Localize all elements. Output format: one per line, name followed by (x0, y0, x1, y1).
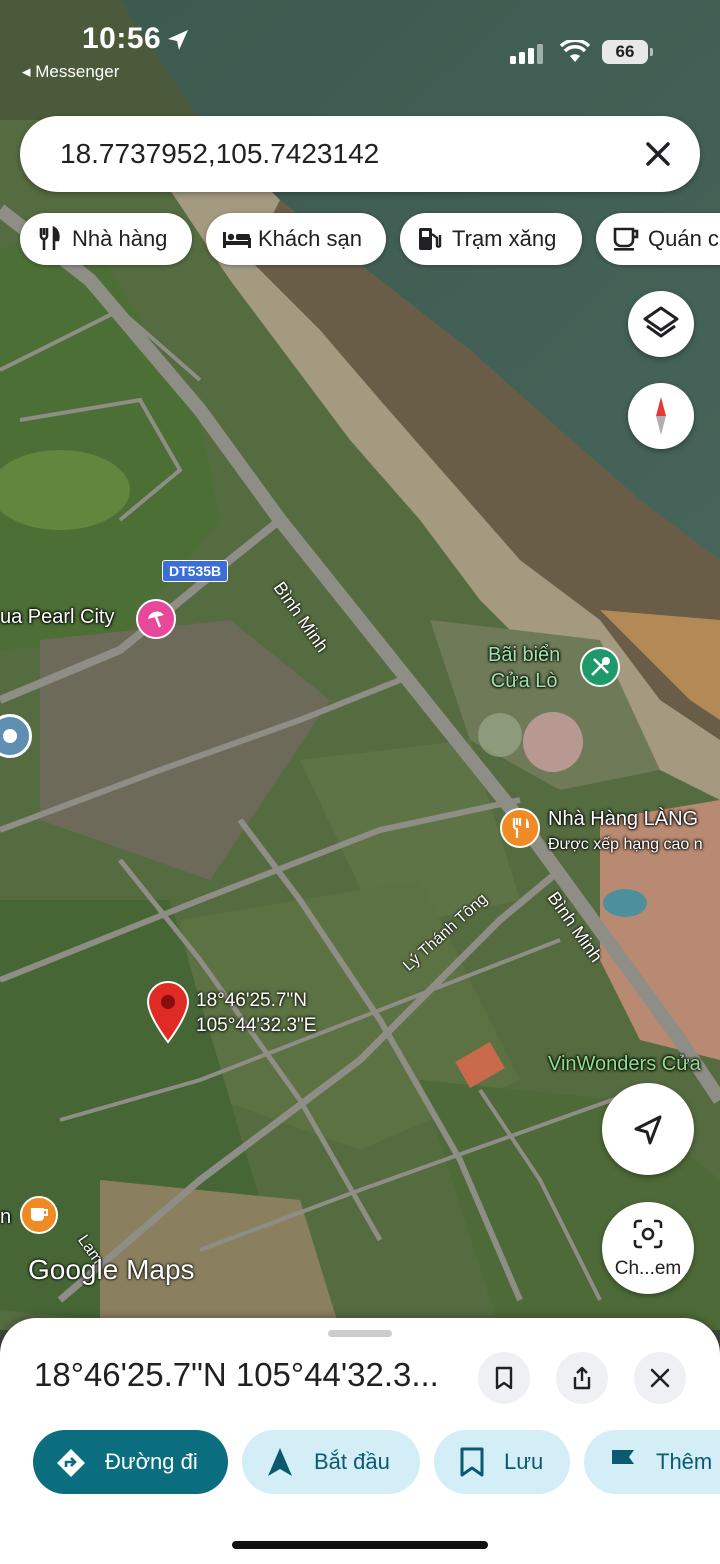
navigate-icon (268, 1448, 292, 1476)
camera-lens-icon (633, 1219, 663, 1249)
dropped-pin-icon[interactable] (146, 980, 190, 1044)
poi-label-cafe[interactable]: n (0, 1206, 11, 1229)
poi-label-nha-hang[interactable]: Nhà Hàng LÀNG (548, 808, 698, 831)
chip-label: Khách sạn (258, 226, 362, 251)
poi-name-line1: Bãi biển (488, 644, 561, 666)
map-view[interactable]: 10:56 ◂ Messenger 66 18.7737952,105.7423… (0, 0, 720, 1330)
chip-restaurants[interactable]: Nhà hàng (20, 213, 192, 265)
chip-hotels[interactable]: Khách sạn (206, 213, 386, 265)
directions-icon (57, 1449, 85, 1477)
bookmark-icon (460, 1447, 484, 1477)
park-icon (591, 657, 610, 676)
search-bar[interactable]: 18.7737952,105.7423142 (20, 116, 700, 192)
save-bookmark-button[interactable] (478, 1352, 530, 1404)
restaurant-icon (39, 226, 60, 250)
compass-button[interactable] (628, 383, 694, 449)
poi-name-line2: Cửa Lò (490, 670, 558, 692)
lens-button[interactable]: Ch...em (602, 1202, 694, 1294)
chip-label: Trạm xăng (452, 226, 557, 251)
layers-icon (643, 306, 679, 338)
pin-latitude: 18°46'25.7"N (196, 990, 307, 1011)
poi-marker-pearl-city[interactable] (136, 599, 176, 639)
google-maps-logo: Google Maps (28, 1254, 195, 1285)
chip-label: Nhà hàng (72, 226, 168, 251)
back-to-app-link[interactable]: ◂ Messenger (22, 62, 119, 82)
poi-marker-cafe[interactable] (20, 1196, 58, 1234)
share-button[interactable] (556, 1352, 608, 1404)
poi-subtitle: Được xếp hạng cao n (548, 836, 703, 853)
wifi-icon (560, 40, 590, 62)
status-time: 10:56 (82, 22, 162, 55)
chip-gas-stations[interactable]: Trạm xăng (400, 213, 582, 265)
start-label: Bắt đầu (314, 1449, 390, 1474)
more-button[interactable]: Thêm (584, 1430, 720, 1494)
beach-umbrella-icon (148, 611, 164, 628)
sheet-drag-handle[interactable] (328, 1330, 392, 1337)
pin-longitude: 105°44'32.3"E (196, 1015, 317, 1036)
close-icon (650, 1368, 670, 1388)
more-label: Thêm (656, 1449, 713, 1474)
place-title: 18°46'25.7"N 105°44'32.3... (34, 1356, 439, 1393)
start-button[interactable]: Bắt đầu (242, 1430, 420, 1494)
lens-label: Ch...em (614, 1258, 682, 1279)
map-pin-icon (3, 729, 17, 743)
pin-coordinates-label: 18°46'25.7"N 105°44'32.3"E (196, 988, 316, 1038)
home-indicator[interactable] (232, 1541, 488, 1549)
search-input[interactable]: 18.7737952,105.7423142 (60, 138, 379, 170)
close-icon[interactable] (638, 134, 678, 174)
my-location-button[interactable] (602, 1083, 694, 1175)
coffee-icon (613, 227, 639, 251)
bookmark-icon (495, 1366, 513, 1390)
poi-label-pearl-city[interactable]: ua Pearl City (0, 606, 115, 629)
cellular-signal-icon (510, 44, 543, 64)
poi-marker-edge[interactable] (0, 714, 32, 758)
chip-coffee[interactable]: Quán c (596, 213, 720, 265)
share-icon (573, 1366, 591, 1390)
close-sheet-button[interactable] (634, 1352, 686, 1404)
restaurant-icon (512, 818, 529, 838)
save-button[interactable]: Lưu (434, 1430, 570, 1494)
battery-indicator: 66 (602, 40, 653, 64)
layers-button[interactable] (628, 291, 694, 357)
place-bottom-sheet[interactable]: 18°46'25.7"N 105°44'32.3... Đường đi Bắt… (0, 1318, 720, 1564)
flag-icon (612, 1450, 634, 1475)
gas-station-icon (419, 228, 442, 250)
navigation-arrow-icon (634, 1115, 662, 1145)
save-label: Lưu (504, 1449, 544, 1474)
directions-button[interactable]: Đường đi (33, 1430, 228, 1494)
location-arrow-icon (168, 30, 188, 50)
status-bar: 10:56 ◂ Messenger 66 (0, 0, 720, 100)
directions-label: Đường đi (105, 1449, 198, 1474)
hotel-icon (223, 232, 251, 248)
chip-label: Quán c (648, 226, 719, 251)
poi-marker-bai-bien[interactable] (580, 647, 620, 687)
highway-shield: DT535B (162, 560, 229, 582)
compass-icon (656, 397, 666, 435)
poi-label-bai-bien[interactable]: Bãi biển Cửa Lò (488, 642, 560, 694)
coffee-icon (31, 1208, 48, 1221)
poi-marker-nha-hang[interactable] (500, 808, 540, 848)
poi-label-vinwonders[interactable]: VinWonders Cửa (548, 1053, 701, 1076)
